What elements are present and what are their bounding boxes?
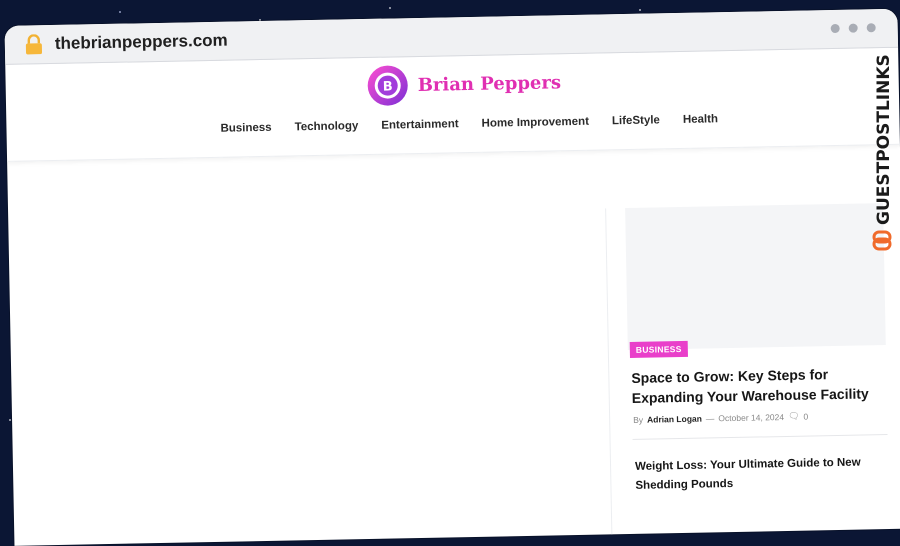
main-navigation: Business Technology Entertainment Home I… xyxy=(220,113,741,135)
nav-item-business[interactable]: Business xyxy=(220,122,271,135)
browser-window: thebrianpeppers.com B Brian Peppers Busi… xyxy=(4,8,900,546)
nav-item-entertainment[interactable]: Entertainment xyxy=(381,118,459,131)
window-dot-2[interactable] xyxy=(848,23,858,33)
site-header: B Brian Peppers Business Technology Ente… xyxy=(5,47,900,162)
featured-post-image[interactable] xyxy=(625,203,886,351)
meta-separator: — xyxy=(705,412,715,424)
main-content: BUSINESS Space to Grow: Key Steps for Ex… xyxy=(7,145,900,542)
address-bar-url[interactable]: thebrianpeppers.com xyxy=(55,31,228,54)
nav-item-lifestyle[interactable]: LifeStyle xyxy=(612,114,660,127)
comment-count[interactable]: 0 xyxy=(803,411,808,421)
browser-mockup: thebrianpeppers.com B Brian Peppers Busi… xyxy=(0,0,900,546)
nav-item-health[interactable]: Health xyxy=(683,113,718,126)
logo-mark-icon: B xyxy=(367,65,408,106)
column-divider xyxy=(605,208,613,539)
post-date: October 14, 2024 xyxy=(718,411,785,423)
category-badge[interactable]: BUSINESS xyxy=(629,340,688,358)
second-post-title[interactable]: Weight Loss: Your Ultimate Guide to New … xyxy=(635,453,889,496)
site-name: Brian Peppers xyxy=(417,71,562,96)
guestpostlinks-watermark: GUESTPOSTLINKS xyxy=(872,54,894,251)
nav-item-technology[interactable]: Technology xyxy=(295,120,359,133)
window-controls xyxy=(830,23,876,34)
meta-by: By xyxy=(633,414,644,425)
post-separator xyxy=(632,434,888,440)
sidebar: BUSINESS Space to Grow: Key Steps for Ex… xyxy=(625,203,888,496)
chain-link-icon xyxy=(872,230,892,251)
window-dot-1[interactable] xyxy=(830,23,840,34)
watermark-text: GUESTPOSTLINKS xyxy=(874,54,894,225)
window-dot-3[interactable] xyxy=(866,23,876,33)
lock-icon xyxy=(25,34,43,55)
comment-icon[interactable]: 🗨︎ xyxy=(788,411,800,422)
featured-post-title[interactable]: Space to Grow: Key Steps for Expanding Y… xyxy=(631,363,887,408)
site-logo[interactable]: B Brian Peppers xyxy=(365,60,561,108)
logo-letter: B xyxy=(383,79,393,94)
post-meta: By Adrian Logan — October 14, 2024 🗨︎ 0 xyxy=(633,409,887,425)
post-author[interactable]: Adrian Logan xyxy=(647,413,702,424)
nav-item-home-improvement[interactable]: Home Improvement xyxy=(482,116,590,130)
